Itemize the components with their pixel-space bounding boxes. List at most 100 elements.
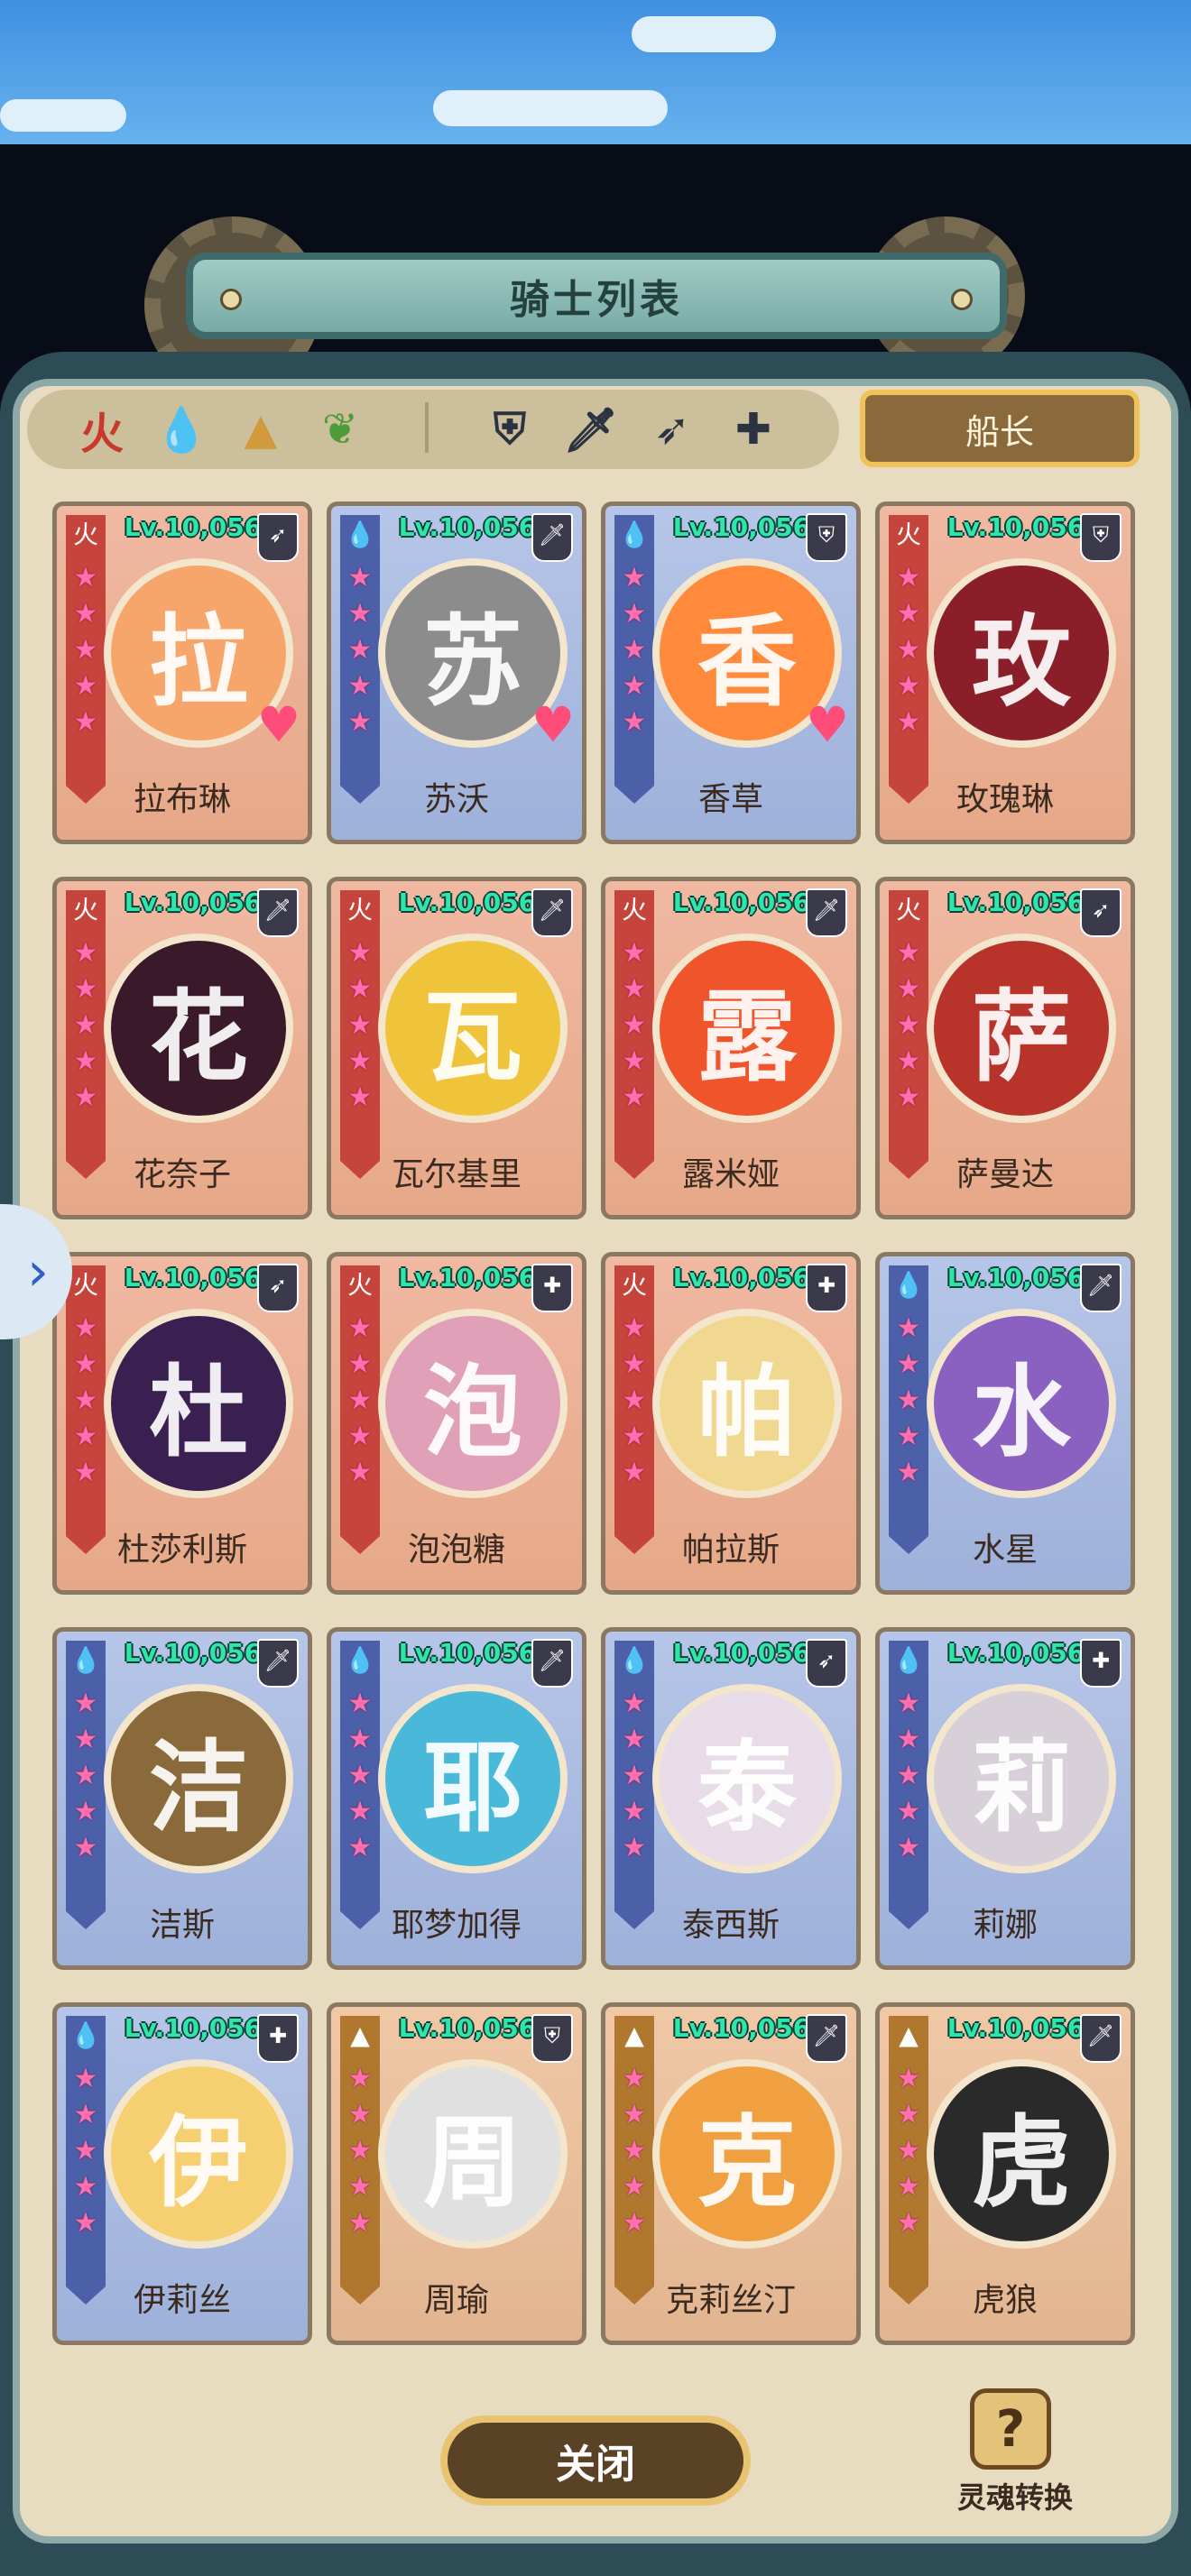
star-icon: ★ (896, 1348, 921, 1380)
knight-portrait: 萨 (927, 934, 1116, 1123)
healer-class-icon[interactable]: ✚ (724, 397, 783, 462)
star-icon: ★ (896, 1688, 921, 1719)
star-icon: ★ (896, 937, 921, 969)
star-icon: ★ (73, 2063, 98, 2094)
star-icon: ★ (73, 562, 98, 593)
page-title: 骑士列表 (510, 277, 683, 323)
knight-level: Lv.10,056 (124, 2013, 263, 2043)
star-icon: ★ (347, 1045, 373, 1077)
star-icon: ★ (622, 1385, 647, 1416)
sword-class-icon: 🗡 (531, 1639, 573, 1688)
fire-element-icon: 火 (895, 895, 921, 925)
star-icon: ★ (622, 706, 647, 738)
knight-card[interactable]: 💧 ★ ★ ★ ★ ★ 伊 Lv.10,056 ✚ 伊莉丝 (52, 2002, 312, 2345)
knight-card[interactable]: 💧 ★ ★ ★ ★ ★ 苏 Lv.10,056 🗡 ♥ 苏沃 (327, 501, 586, 844)
knight-card[interactable]: 💧 ★ ★ ★ ★ ★ 洁 Lv.10,056 🗡 洁斯 (52, 1627, 312, 1970)
knight-name: 杜莎利斯 (116, 1532, 247, 1569)
soul-convert-label[interactable]: 灵魂转换 (938, 2475, 1092, 2516)
soul-convert-icon[interactable]: ? (970, 2388, 1051, 2470)
star-rating: ★ ★ ★ ★ ★ (340, 1311, 380, 1491)
star-icon: ★ (896, 706, 921, 738)
star-icon: ★ (73, 706, 98, 738)
shield-class-icon: ⛨ (806, 513, 847, 562)
knight-name: 洁斯 (149, 1907, 215, 1944)
knight-level: Lv.10,056 (398, 2013, 537, 2043)
knight-portrait: 耶 (378, 1684, 568, 1873)
knight-card[interactable]: 💧 ★ ★ ★ ★ ★ 莉 Lv.10,056 ✚ 莉娜 (875, 1627, 1135, 1970)
star-icon: ★ (73, 1045, 98, 1077)
star-icon: ★ (622, 670, 647, 702)
cloud (433, 90, 668, 126)
star-icon: ★ (622, 2099, 647, 2130)
knight-name: 帕拉斯 (681, 1532, 780, 1569)
star-icon: ★ (347, 670, 373, 702)
bow-class-icon[interactable]: ➶ (642, 397, 702, 462)
bow-class-icon: ➶ (257, 513, 299, 562)
close-button[interactable]: 关闭 (440, 2415, 751, 2506)
star-icon: ★ (347, 1421, 373, 1452)
sword-class-icon: 🗡 (531, 513, 573, 562)
knight-card[interactable]: 💧 ★ ★ ★ ★ ★ 泰 Lv.10,056 ➶ 泰西斯 (601, 1627, 861, 1970)
star-icon: ★ (347, 1796, 373, 1827)
knight-card[interactable]: 💧 ★ ★ ★ ★ ★ 香 Lv.10,056 ⛨ ♥ 香草 (601, 501, 861, 844)
healer-class-icon: ✚ (257, 2014, 299, 2063)
star-icon: ★ (896, 562, 921, 593)
knight-name: 周瑜 (423, 2282, 489, 2319)
star-icon: ★ (347, 2099, 373, 2130)
knight-card[interactable]: 💧 ★ ★ ★ ★ ★ 耶 Lv.10,056 🗡 耶梦加得 (327, 1627, 586, 1970)
knight-card[interactable]: 火 ★ ★ ★ ★ ★ 瓦 Lv.10,056 🗡 瓦尔基里 (327, 877, 586, 1219)
star-icon: ★ (896, 1760, 921, 1791)
star-rating: ★ ★ ★ ★ ★ (889, 1686, 928, 1866)
fire-element-icon[interactable]: 火 (72, 397, 132, 462)
star-icon: ★ (622, 598, 647, 630)
knight-name: 花奈子 (133, 1156, 231, 1193)
star-icon: ★ (73, 1009, 98, 1041)
star-icon: ★ (622, 1312, 647, 1344)
star-icon: ★ (896, 1045, 921, 1077)
star-icon: ★ (73, 1796, 98, 1827)
star-rating: ★ ★ ★ ★ ★ (340, 935, 380, 1116)
knight-card[interactable]: ▲ ★ ★ ★ ★ ★ 克 Lv.10,056 🗡 克莉丝汀 (601, 2002, 861, 2345)
sword-class-icon[interactable]: 🗡 (561, 397, 621, 462)
earth-element-icon[interactable]: ▲ (231, 397, 291, 462)
knight-portrait: 周 (378, 2059, 568, 2249)
captain-button[interactable]: 船长 (860, 390, 1140, 467)
star-icon: ★ (73, 1724, 98, 1755)
star-icon: ★ (347, 1760, 373, 1791)
knight-card[interactable]: 火 ★ ★ ★ ★ ★ 杜 Lv.10,056 ➶ 杜莎利斯 (52, 1252, 312, 1595)
star-rating: ★ ★ ★ ★ ★ (614, 1686, 654, 1866)
knight-card[interactable]: 火 ★ ★ ★ ★ ★ 玫 Lv.10,056 ⛨ 玫瑰琳 (875, 501, 1135, 844)
wind-element-icon[interactable]: ❦ (310, 397, 370, 462)
knight-name: 露米娅 (681, 1156, 780, 1193)
knight-name: 泰西斯 (681, 1907, 780, 1944)
star-rating: ★ ★ ★ ★ ★ (889, 560, 928, 741)
star-icon: ★ (73, 1312, 98, 1344)
knight-card[interactable]: 💧 ★ ★ ★ ★ ★ 水 Lv.10,056 🗡 水星 (875, 1252, 1135, 1595)
knight-card[interactable]: 火 ★ ★ ★ ★ ★ 露 Lv.10,056 🗡 露米娅 (601, 877, 861, 1219)
knight-card[interactable]: 火 ★ ★ ★ ★ ★ 花 Lv.10,056 🗡 花奈子 (52, 877, 312, 1219)
knight-card[interactable]: ▲ ★ ★ ★ ★ ★ 周 Lv.10,056 ⛨ 周瑜 (327, 2002, 586, 2345)
star-icon: ★ (896, 1385, 921, 1416)
knight-level: Lv.10,056 (946, 1638, 1085, 1668)
knight-card[interactable]: 火 ★ ★ ★ ★ ★ 拉 Lv.10,056 ➶ ♥ 拉布琳 (52, 501, 312, 844)
water-element-icon: 💧 (618, 520, 651, 549)
knight-level: Lv.10,056 (398, 512, 537, 542)
star-icon: ★ (73, 973, 98, 1005)
knight-card[interactable]: ▲ ★ ★ ★ ★ ★ 虎 Lv.10,056 🗡 虎狼 (875, 2002, 1135, 2345)
knight-level: Lv.10,056 (946, 2013, 1085, 2043)
star-icon: ★ (73, 1832, 98, 1863)
sword-class-icon: 🗡 (257, 1639, 299, 1688)
star-icon: ★ (896, 2063, 921, 2094)
knight-card[interactable]: 火 ★ ★ ★ ★ ★ 帕 Lv.10,056 ✚ 帕拉斯 (601, 1252, 861, 1595)
water-element-icon[interactable]: 💧 (152, 397, 211, 462)
star-icon: ★ (347, 562, 373, 593)
star-rating: ★ ★ ★ ★ ★ (340, 1686, 380, 1866)
knight-card[interactable]: 火 ★ ★ ★ ★ ★ 泡 Lv.10,056 ✚ 泡泡糖 (327, 1252, 586, 1595)
star-icon: ★ (73, 2099, 98, 2130)
star-rating: ★ ★ ★ ★ ★ (340, 2061, 380, 2241)
star-rating: ★ ★ ★ ★ ★ (614, 935, 654, 1116)
knight-portrait: 水 (927, 1309, 1116, 1498)
knight-card[interactable]: 火 ★ ★ ★ ★ ★ 萨 Lv.10,056 ➶ 萨曼达 (875, 877, 1135, 1219)
knight-level: Lv.10,056 (672, 1263, 811, 1293)
shield-class-icon[interactable]: ⛨ (480, 397, 540, 462)
